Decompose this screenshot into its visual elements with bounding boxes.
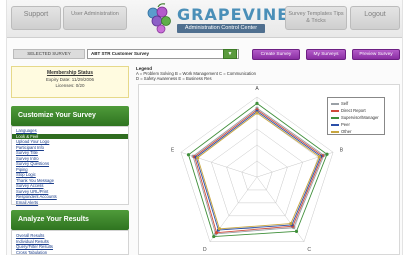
series-name: Peer [341,122,350,127]
sidebar: Membership Status Expiry Date: 11/29/200… [11,66,129,255]
category-label: A [255,86,259,92]
customize-menu-item[interactable]: Email Alerts [12,200,128,206]
preview-survey-button[interactable]: Preview Survey [352,49,400,60]
expiry-date: Expiry Date: 11/29/2006 [46,77,94,82]
series-swatch [331,123,339,126]
data-point [325,152,329,156]
customize-heading: Customize Your Survey [11,106,129,126]
chart-key-entry: Supervisor/Manager [331,115,379,120]
series-name: Direct Report [341,108,366,113]
analyze-menu-item[interactable]: Cross Tabulation [12,250,128,255]
logo[interactable]: GRAPEVINE Administration Control Center [139,1,288,37]
category-label: B [340,148,344,154]
series-name: Self [341,101,349,106]
data-point [186,153,191,157]
data-point [214,231,219,235]
app-frame: Support User Administration GRAPEVINE Ad… [6,0,403,255]
my-surveys-button[interactable]: My Surveys [306,49,346,60]
grape-icon [147,3,171,34]
data-point [217,227,221,231]
category-label: D [203,247,207,253]
logo-subtitle: Administration Control Center [177,24,265,33]
category-label: C [307,247,311,253]
membership-status-box: Membership Status Expiry Date: 11/29/200… [11,66,129,98]
survey-templates-button[interactable]: Survey Templates Tips & Tricks [285,6,347,30]
chart-key-entry: Peer [331,122,350,127]
legend-row: D = Safety Awareness E = Business Res [136,76,212,81]
category-label: E [171,148,175,154]
data-point [289,221,293,226]
series-name: Supervisor/Manager [341,115,379,120]
dropdown-arrow-icon[interactable]: ▼ [223,49,237,59]
selected-survey-dropdown[interactable]: ABT STR Customer Survey [87,49,239,59]
analyze-heading: Analyze Your Results [11,210,129,230]
series-line [192,107,325,235]
support-button[interactable]: Support [11,6,61,30]
survey-select-bar: SELECTED SURVEY ABT STR Customer Survey … [7,46,402,62]
logout-button[interactable]: Logout [350,6,400,30]
data-point [196,156,200,160]
series-line [195,110,322,231]
header: Support User Administration GRAPEVINE Ad… [7,0,402,38]
series-swatch [331,102,339,105]
data-point [255,111,259,115]
customize-menu: Languages Look & Feel Upload Your Logo Part… [11,126,129,205]
series-line [188,102,328,238]
create-survey-button[interactable]: Create Survey [252,49,300,60]
data-point [255,101,259,105]
chart-key-entry: Self [331,101,348,106]
series-swatch [331,130,339,133]
series-swatch [331,109,339,112]
radar-chart-area: A B C D E Self Direct Report Supervisor/Manage… [138,84,400,255]
chart-key-entry: Direct Report [331,108,366,113]
analyze-menu: Overall Results Individual Results Query/F… [11,230,129,255]
chart-key: Self Direct Report Supervisor/Manager Peer O… [327,97,385,135]
licenses-count: Licenses: 0/20 [55,83,85,88]
series-swatch [331,116,339,119]
data-point [212,234,216,239]
selected-survey-label: SELECTED SURVEY [13,49,85,59]
chart-key-entry: Other [331,129,351,134]
data-point [294,229,299,233]
membership-title[interactable]: Membership Status [12,70,128,76]
series-name: Other [341,129,352,134]
results-panel: Legend A = Problem Solving B = Work Mana… [134,66,402,255]
logo-wordmark: GRAPEVINE [177,5,290,24]
user-administration-button[interactable]: User Administration [63,6,127,30]
data-point [317,155,321,159]
